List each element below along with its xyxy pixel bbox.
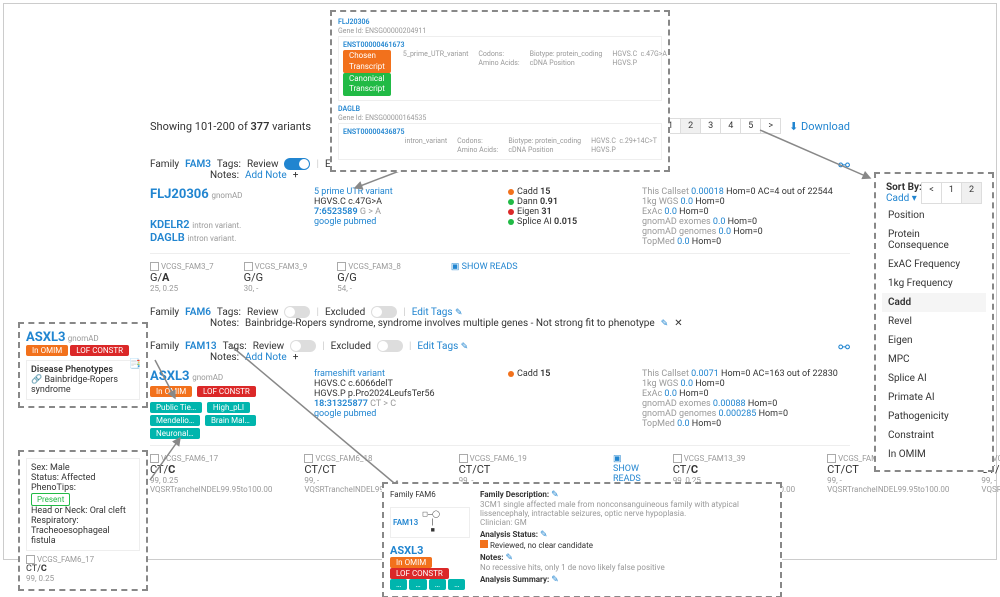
sort-option[interactable]: In OMIM (882, 445, 986, 464)
family-detail-callout: Family FAM6 FAM13 ◻—◯ | ■ ASXL3 In OMIML… (382, 482, 782, 597)
download-link[interactable]: Download (789, 120, 850, 133)
family-id[interactable]: FAM3 (185, 159, 211, 170)
sort-option[interactable]: Position (882, 206, 986, 225)
edit-icon[interactable] (551, 490, 559, 499)
book-icon (129, 359, 141, 370)
edit-note-icon[interactable] (661, 318, 669, 329)
page-next[interactable]: > (760, 118, 781, 134)
family-id[interactable]: FAM13 (185, 341, 216, 352)
edit-icon[interactable] (506, 553, 514, 562)
download-icon (789, 120, 798, 133)
external-links[interactable]: google pubmed (314, 409, 484, 419)
sort-option[interactable]: Primate AI (882, 388, 986, 407)
gene-daglb[interactable]: DAGLB (150, 231, 185, 244)
lof-badge[interactable]: LOF CONSTR (197, 386, 256, 397)
page-3[interactable]: 3 (700, 118, 721, 134)
edit-icon (455, 307, 463, 318)
phenotype-callout: ASXL3 gnomAD In OMIMLOF CONSTR Disease P… (18, 322, 148, 408)
add-note[interactable]: Add Note (245, 352, 287, 363)
excluded-toggle[interactable] (371, 306, 397, 318)
gene-flj20306[interactable]: FLJ20306 (150, 187, 209, 202)
add-note[interactable]: Add Note (245, 170, 287, 181)
sort-option[interactable]: Eigen (882, 331, 986, 350)
edit-tags[interactable]: Edit Tags (412, 307, 463, 318)
page-4[interactable]: 4 (720, 118, 741, 134)
consequence[interactable]: frameshift variant (314, 369, 484, 379)
consequence[interactable]: 5 prime UTR variant (314, 187, 484, 197)
sort-option[interactable]: ExAC Frequency (882, 255, 986, 274)
family-fam3: Family FAM3 Tags: Review | Excluded | Re… (150, 158, 850, 293)
excluded-toggle[interactable] (377, 340, 403, 352)
omim-badge[interactable]: In OMIM (150, 386, 192, 397)
show-reads[interactable]: ▣ SHOW READS (451, 262, 518, 293)
locus[interactable]: 7:6523589 (314, 207, 358, 217)
sort-option[interactable]: Revel (882, 312, 986, 331)
edit-tags[interactable]: Edit Tags (417, 341, 468, 352)
sample-callout: Sex: Male Status: Affected PhenoTips: Pr… (18, 450, 148, 591)
sort-option[interactable]: Protein Consequence (882, 225, 986, 255)
review-toggle[interactable] (284, 158, 310, 170)
gene-kdelr2[interactable]: KDELR2 (150, 218, 190, 231)
edit-icon[interactable] (540, 530, 548, 539)
gene-asxl3[interactable]: ASXL3 (150, 369, 189, 384)
edit-icon (461, 341, 469, 352)
transcript-callout: FLJ20306 Gene Id: ENSG00000204911 ENST00… (330, 10, 670, 172)
sort-option[interactable]: Splice AI (882, 369, 986, 388)
family-fam13: Family FAM13 Tags: Review | Excluded | E… (150, 340, 850, 494)
unlink-icon[interactable]: ⚯ (838, 158, 850, 174)
review-toggle[interactable] (290, 340, 316, 352)
sort-option[interactable]: Constraint (882, 426, 986, 445)
sort-option[interactable]: Pathogenicity (882, 407, 986, 426)
sort-option[interactable]: Cadd (882, 293, 986, 312)
page-2[interactable]: 2 (680, 118, 701, 134)
unlink-icon[interactable]: ⚯ (838, 340, 850, 356)
sort-option[interactable]: MPC (882, 350, 986, 369)
family-id[interactable]: FAM6 (185, 307, 211, 318)
locus[interactable]: 18:31325877 (314, 399, 368, 409)
review-toggle[interactable] (284, 306, 310, 318)
results-count: Showing 101-200 of 377 variants (150, 120, 311, 133)
page-5[interactable]: 5 (740, 118, 761, 134)
sort-dropdown-callout: Sort By: Cadd ▾<12 Position Protein Cons… (874, 172, 994, 472)
sort-option[interactable]: 1kg Frequency (882, 274, 986, 293)
pedigree-icon: ◻—◯ | ■ (422, 510, 440, 535)
external-links[interactable]: google pubmed (314, 217, 484, 227)
show-reads[interactable]: ▣ SHOW READS (613, 454, 641, 484)
family-fam6: Family FAM6 Tags: Review | Excluded | Ed… (150, 306, 850, 329)
edit-icon[interactable] (551, 575, 559, 584)
